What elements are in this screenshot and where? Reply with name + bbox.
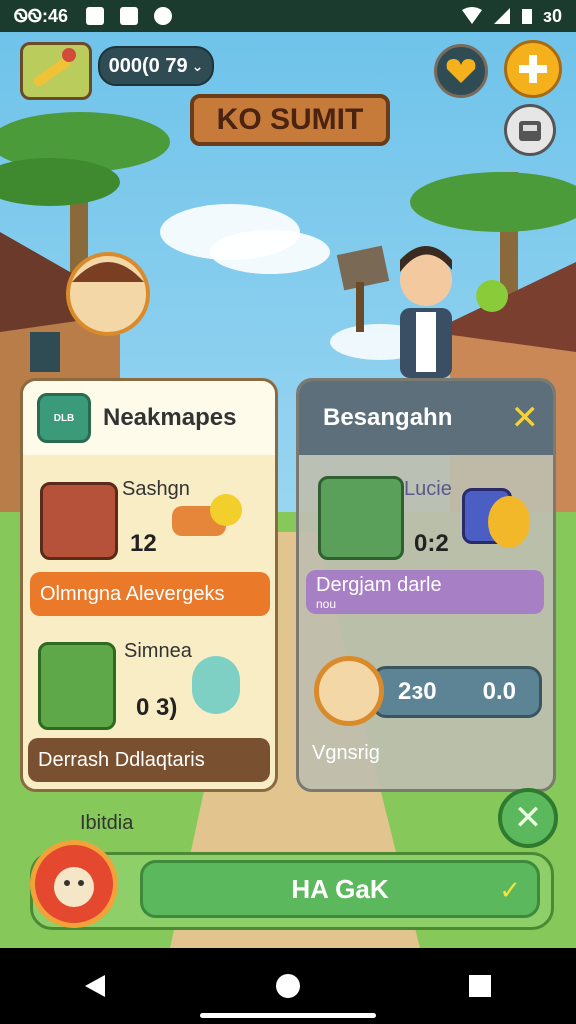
currency-selector[interactable]: 000(0 79 ⌄ [98,46,214,86]
coin-icon [210,494,242,526]
timer-pill: 2ᴈ0 0.0 [372,666,542,718]
avatar[interactable] [314,656,384,726]
mascot-button[interactable] [30,840,118,928]
bottom-label: Ibitdia [80,812,134,834]
hammer-icon [33,48,76,87]
wifi-icon [462,7,483,24]
chevron-down-icon: ⌄ [191,57,204,74]
left-item2-label: Simnea [124,640,192,662]
mascot-icon [54,867,94,907]
left-item1-label: Sashgn [122,478,190,500]
hammer-badge-button[interactable] [20,42,92,100]
notification-icon [120,7,139,25]
battery-icon [522,9,533,24]
game-title-sign: KO SUMIT [190,94,390,146]
currency-value: 000(0 79 [108,54,188,77]
left-item2-count: 0 3) [136,694,178,721]
fruit-icon [488,496,530,548]
monster-icon [192,656,240,714]
left-item1-button-label: Olmngna Alevergeks [40,582,225,605]
home-icon[interactable] [273,971,303,1001]
gesture-bar [200,1013,376,1018]
back-icon[interactable] [81,971,111,1001]
android-nav-bar [0,948,576,1024]
right-item1-button-sublabel: nou [316,597,337,611]
go-button-label: HA GaK [291,873,389,904]
right-item1-button-label: Dergjam darle [316,574,442,596]
close-icon: ✕ [513,799,543,837]
right-footer-text: Vgnsrig [312,742,380,764]
notification-icon [154,7,173,25]
go-button[interactable]: HA GaK ✓ [140,860,540,918]
status-bar: ᏫᏫ:46 ᴈ0 [0,0,576,32]
panel-badge-text: DLB [53,412,75,424]
character-portrait [38,642,116,730]
signal-icon [494,8,511,24]
left-item2-button-label: Derrash Ddlaqtaris [38,748,205,771]
close-round-button[interactable]: ✕ [498,788,558,848]
left-item1-count: 12 [130,530,157,557]
right-item1-button[interactable]: Dergjam darle nou [306,570,544,614]
plus-icon [519,55,547,83]
heart-icon [446,59,476,83]
add-button[interactable] [504,40,562,98]
close-icon[interactable]: ✕ [511,398,540,438]
notification-icon [86,7,105,25]
game-title: KO SUMIT [216,103,364,136]
recents-icon[interactable] [465,971,495,1001]
status-notification-icons [86,7,173,25]
right-panel-title: Besangahn [323,404,453,431]
timer-right-value: 0.0 [482,678,516,705]
heart-button[interactable] [434,44,488,98]
right-panel-header: Besangahn ✕ [299,381,553,455]
left-panel-title: Neakmapes [103,404,237,431]
status-time: ᏫᏫ:46 [14,5,69,26]
left-item1-button[interactable]: Olmngna Alevergeks [30,572,270,616]
chest-icon [519,121,541,141]
left-item2-button[interactable]: Derrash Ddlaqtaris [28,738,270,782]
timer-left-value: 2ᴈ0 [398,678,437,705]
panel-badge-icon: DLB [37,393,91,443]
check-icon: ✓ [499,875,521,905]
left-panel-header: DLB Neakmapes [23,381,275,455]
battery-text: ᴈ0 [543,5,562,26]
camera-icon [40,482,118,560]
right-item1-label: Lucie [404,478,452,500]
truck-icon [318,476,404,560]
inventory-button[interactable] [504,104,556,156]
right-item1-count: 0:2 [414,530,449,557]
